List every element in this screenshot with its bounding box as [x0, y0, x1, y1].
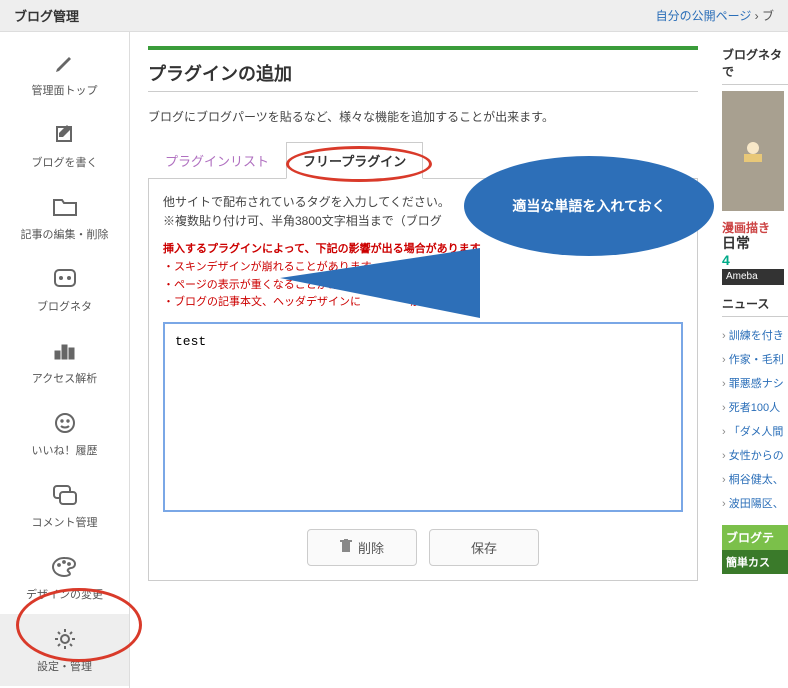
news-item[interactable]: 女性からの: [722, 443, 788, 467]
news-item[interactable]: 波田陽区、: [722, 491, 788, 515]
sidebar-item-like[interactable]: いいね！履歴: [0, 398, 129, 470]
sidebar-item-label: デザインの変更: [26, 586, 103, 602]
sidebar-item-label: いいね！履歴: [32, 442, 98, 458]
news-item[interactable]: 「ダメ人間: [722, 419, 788, 443]
news-item[interactable]: 死者100人: [722, 395, 788, 419]
sidebar-item-label: 設定・管理: [37, 658, 92, 674]
news-item[interactable]: 訓練を付き: [722, 323, 788, 347]
sidebar-item-label: コメント管理: [32, 514, 98, 530]
right-column: ブログネタで 漫画描き 日常 4 Ameba ニュース 訓練を付き 作家・毛利 …: [716, 32, 788, 688]
save-button[interactable]: 保存: [429, 529, 539, 566]
pencil-icon: [50, 50, 80, 76]
warning-text: 挿入するプラグインによって、下記の影響が出る場合があります ・スキンデザインが崩…: [163, 241, 683, 311]
button-row: 削除 保存: [163, 529, 683, 566]
sidebar-item-label: ブログネタ: [37, 298, 92, 314]
smile-icon: [50, 410, 80, 436]
news-item[interactable]: 桐谷健太、: [722, 467, 788, 491]
free-plugin-panel: 他サイトで配布されているタグを入力してください。 ※複数貼り付け可、半角3800…: [148, 179, 698, 581]
page-title: プラグインの追加: [148, 60, 698, 86]
sidebar-item-design[interactable]: デザインの変更: [0, 542, 129, 614]
tab-plugin-list[interactable]: プラグインリスト: [148, 142, 286, 179]
news-item[interactable]: 作家・毛利: [722, 347, 788, 371]
palette-icon: [50, 554, 80, 580]
compose-icon: [50, 122, 80, 148]
delete-button[interactable]: 削除: [307, 529, 417, 566]
face-icon: [50, 266, 80, 292]
sidebar-item-label: アクセス解析: [32, 370, 97, 386]
trash-icon: [340, 539, 352, 556]
folder-icon: [50, 194, 80, 220]
topbar: ブログ管理 自分の公開ページ › ブ: [0, 0, 788, 32]
sidebar-item-edit[interactable]: 記事の編集・削除: [0, 182, 129, 254]
sidebar-item-access[interactable]: アクセス解析: [0, 326, 129, 398]
plugin-textarea[interactable]: [163, 322, 683, 512]
tab-free-plugin[interactable]: フリープラグイン: [286, 142, 423, 179]
rc-head-neta: ブログネタで: [722, 46, 788, 85]
rc-banner[interactable]: 漫画描き 日常 4 Ameba: [722, 221, 784, 285]
rc-head-news: ニュース: [722, 295, 788, 317]
news-list: 訓練を付き 作家・毛利 罪悪感ナシ 死者100人 「ダメ人間 女性からの 桐谷健…: [722, 323, 788, 515]
sidebar-item-top[interactable]: 管理面トップ: [0, 38, 129, 110]
sidebar-item-settings[interactable]: 設定・管理: [0, 614, 129, 686]
title-underline: [148, 90, 698, 92]
rc-green-banner[interactable]: ブログテ 簡単カス: [722, 525, 788, 574]
sidebar-item-label: 管理面トップ: [32, 82, 98, 98]
rc-thumbnail[interactable]: [722, 91, 784, 211]
main-content: プラグインの追加 ブログにブログパーツを貼るなど、様々な機能を追加することが出来…: [130, 32, 716, 688]
sidebar-item-label: ブログを書く: [32, 154, 98, 170]
sidebar-item-write[interactable]: ブログを書く: [0, 110, 129, 182]
sidebar: 管理面トップ ブログを書く 記事の編集・削除 ブログネタ アクセス解析 いいね！…: [0, 32, 130, 688]
accent-bar: [148, 46, 698, 50]
sidebar-item-label: 記事の編集・削除: [21, 226, 109, 242]
bars-icon: [50, 338, 80, 364]
help-text: 他サイトで配布されているタグを入力してください。 ※複数貼り付け可、半角3800…: [163, 193, 683, 231]
lead-text: ブログにブログパーツを貼るなど、様々な機能を追加することが出来ます。: [148, 108, 698, 125]
sidebar-item-comment[interactable]: コメント管理: [0, 470, 129, 542]
tabs: プラグインリスト フリープラグイン: [148, 141, 698, 179]
chat-icon: [50, 482, 80, 508]
news-item[interactable]: 罪悪感ナシ: [722, 371, 788, 395]
topbar-right: 自分の公開ページ › ブ: [656, 7, 774, 24]
gear-icon: [50, 626, 80, 652]
public-page-link[interactable]: 自分の公開ページ: [656, 9, 752, 23]
sidebar-item-neta[interactable]: ブログネタ: [0, 254, 129, 326]
page-section-title: ブログ管理: [14, 6, 79, 25]
